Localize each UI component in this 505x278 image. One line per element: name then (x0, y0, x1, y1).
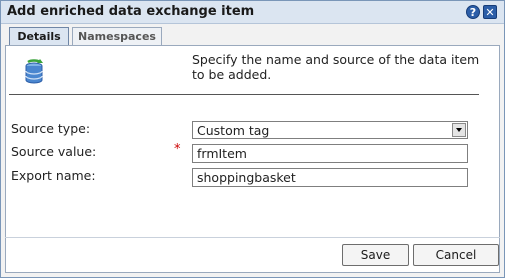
source-type-select[interactable]: Custom tag (192, 121, 468, 139)
save-button[interactable]: Save (342, 244, 409, 266)
source-type-value: Custom tag (197, 123, 270, 138)
title-bar[interactable]: Add enriched data exchange item ? ✕ (1, 1, 504, 24)
tab-details[interactable]: Details (9, 27, 69, 45)
dialog: Add enriched data exchange item ? ✕ Deta… (0, 0, 505, 278)
close-icon[interactable]: ✕ (483, 5, 497, 19)
export-name-label: Export name: (11, 168, 96, 183)
tab-namespaces[interactable]: Namespaces (72, 27, 162, 45)
source-value-input[interactable] (192, 144, 468, 163)
chevron-down-icon[interactable] (452, 123, 466, 137)
footer-divider (5, 237, 500, 238)
export-name-input[interactable] (192, 168, 468, 187)
source-type-label: Source type: (11, 121, 91, 136)
description-text: Specify the name and source of the data … (192, 52, 480, 82)
divider (9, 94, 479, 95)
source-value-label: Source value: (11, 144, 97, 159)
cancel-button[interactable]: Cancel (413, 244, 499, 266)
database-icon (25, 59, 43, 84)
required-marker: * (174, 142, 181, 157)
dialog-title: Add enriched data exchange item (7, 4, 255, 19)
help-icon[interactable]: ? (466, 5, 480, 19)
